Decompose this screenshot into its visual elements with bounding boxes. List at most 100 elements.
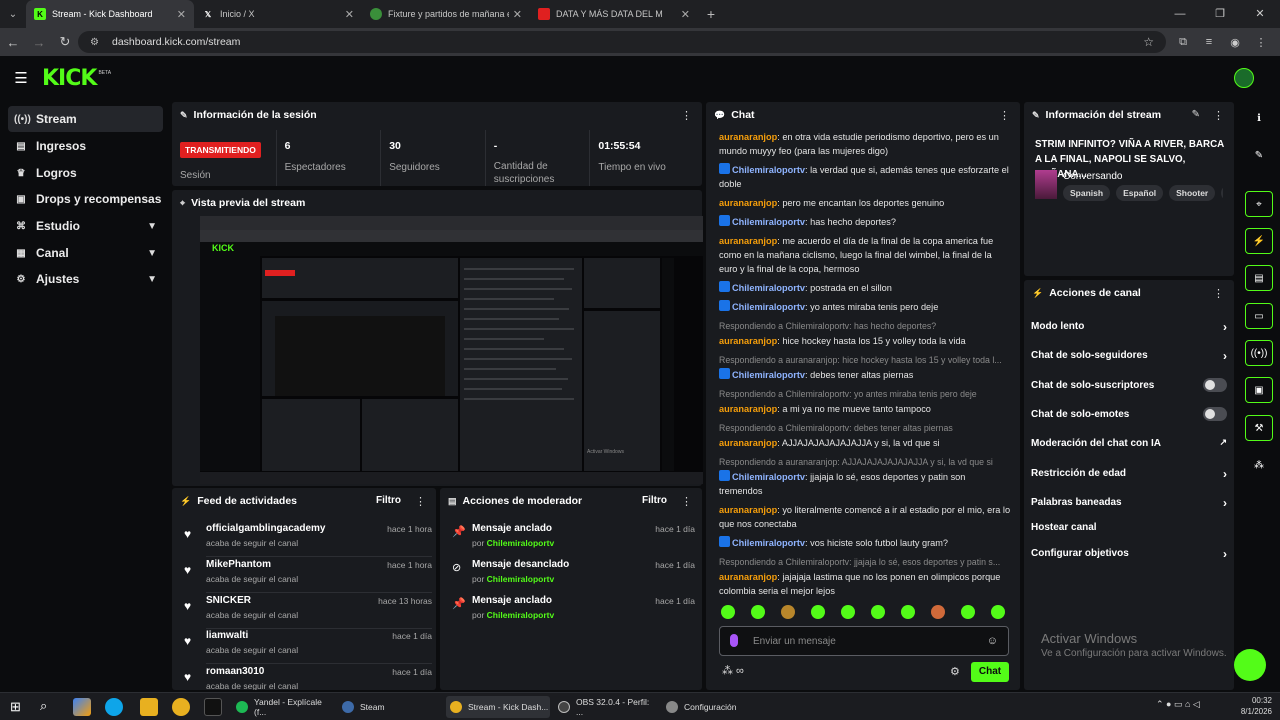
pencil-icon[interactable]: ✎ — [1245, 142, 1273, 168]
media-icon[interactable]: ≡ — [1196, 36, 1222, 48]
chat-message[interactable]: auranaranjop: yo literalmente comencé a … — [719, 503, 1011, 531]
chat-message[interactable]: auranaranjop: en otra vida estudie perio… — [719, 130, 1011, 158]
minimize-icon[interactable]: — — [1160, 0, 1200, 28]
action-goals[interactable]: Configurar objetivos › — [1031, 547, 1227, 568]
user-avatar[interactable] — [1234, 68, 1254, 88]
sidebar-item-drops[interactable]: ▣ Drops y recompensas — [8, 186, 163, 212]
subs-only-toggle[interactable] — [1203, 378, 1227, 392]
tag[interactable]: Español — [1116, 185, 1164, 201]
chat-message[interactable]: Chilemiraloportv: has hecho deportes? — [719, 215, 1011, 229]
reload-icon[interactable]: ↻ — [52, 34, 78, 50]
feed-filter-button[interactable]: Filtro — [376, 495, 401, 506]
emoji-icon[interactable]: ☺ — [987, 635, 998, 647]
sidebar-item-canal[interactable]: ▦ Canal ▼ — [8, 240, 163, 266]
more-options-icon[interactable]: ⋮ — [681, 495, 692, 508]
sidebar-item-estudio[interactable]: ⌘ Estudio ▼ — [8, 213, 163, 239]
apps-icon[interactable]: ⁂ — [1245, 452, 1273, 478]
taskbar-app-settings[interactable]: Configuración — [662, 696, 766, 718]
chat-message[interactable]: Respondiendo a auranaranjop: hice hockey… — [719, 353, 1011, 382]
layout-icon[interactable]: ▣ — [1245, 377, 1273, 403]
tag[interactable]: Shooter — [1169, 185, 1216, 201]
profile-icon[interactable]: ◉ — [1222, 36, 1248, 49]
emote-icon[interactable] — [931, 605, 945, 619]
taskbar-app-spotify[interactable]: Yandel - Explícale (f... — [232, 696, 332, 718]
clock[interactable]: 00:32 8/1/2026 — [1241, 695, 1272, 717]
emote-icon[interactable] — [811, 605, 825, 619]
chat-username[interactable]: Chilemiraloportv — [732, 302, 805, 312]
action-age-restriction[interactable]: Restricción de edad › — [1031, 467, 1227, 488]
chat-messages[interactable]: auranaranjop: en otra vida estudie perio… — [719, 130, 1011, 596]
chat-message[interactable]: Chilemiraloportv: la verdad que si, adem… — [719, 163, 1011, 191]
more-options-icon[interactable]: ⋮ — [415, 495, 426, 508]
chat-username[interactable]: auranaranjop — [719, 572, 777, 582]
more-options-icon[interactable]: ⋮ — [681, 109, 692, 122]
feed-user[interactable]: SNICKER — [206, 595, 251, 606]
more-options-icon[interactable]: ⋮ — [1213, 109, 1224, 122]
stream-category[interactable]: Conversando — [1063, 171, 1122, 182]
chat-message[interactable]: auranaranjop: me acuerdo el día de la fi… — [719, 234, 1011, 276]
kick-logo[interactable]: KICK — [42, 66, 97, 91]
chat-message[interactable]: Chilemiraloportv: vos hiciste solo futbo… — [719, 536, 1011, 550]
feed-user[interactable]: officialgamblingacademy — [206, 523, 325, 534]
taskbar-app-obs[interactable]: OBS 32.0.4 - Perfil: ... — [554, 696, 658, 718]
tab-search-icon[interactable]: ⌄ — [0, 0, 26, 28]
chat-username[interactable]: auranaranjop — [719, 404, 777, 414]
bookmark-star-icon[interactable]: ☆ — [1143, 35, 1154, 49]
mod-user[interactable]: Chilemiraloportv — [487, 538, 555, 548]
chat-username[interactable]: Chilemiraloportv — [732, 472, 805, 482]
preview-toggle-icon[interactable]: ⌖ — [1245, 191, 1273, 217]
sidebar-item-stream[interactable]: ((•)) Stream — [8, 106, 163, 132]
action-banned-words[interactable]: Palabras baneadas › — [1031, 496, 1227, 517]
browser-menu-icon[interactable]: ⋮ — [1248, 36, 1274, 49]
chat-username[interactable]: auranaranjop — [719, 505, 777, 515]
close-icon[interactable]: ✕ — [345, 8, 354, 21]
taskbar-app-chrome[interactable]: Stream - Kick Dash... — [446, 696, 550, 718]
chat-message[interactable]: Respondiendo a Chilemiraloportv: debes t… — [719, 421, 1011, 450]
emote-icon[interactable] — [961, 605, 975, 619]
copilot-icon[interactable] — [73, 698, 91, 716]
moderator-filter-button[interactable]: Filtro — [642, 495, 667, 506]
feed-user[interactable]: liamwalti — [206, 630, 248, 641]
back-icon[interactable]: ← — [0, 35, 26, 50]
chat-message[interactable]: Chilemiraloportv: yo antes miraba tenis … — [719, 300, 1011, 314]
chat-username[interactable]: Chilemiraloportv — [732, 217, 805, 227]
browser-tab-fixture[interactable]: Fixture y partidos de mañana e ✕ — [362, 0, 530, 28]
emote-icon[interactable] — [841, 605, 855, 619]
chat-message[interactable]: auranaranjop: pero me encantan los depor… — [719, 196, 1011, 210]
feed-user[interactable]: romaan3010 — [206, 666, 264, 677]
chat-username[interactable]: auranaranjop — [719, 236, 777, 246]
chat-username[interactable]: auranaranjop — [719, 438, 777, 448]
action-emotes-only[interactable]: Chat de solo-emotes — [1031, 407, 1227, 429]
new-tab-button[interactable]: + — [698, 6, 724, 22]
stream-preview-video[interactable]: KICK Activar Windows — [200, 216, 703, 484]
chat-tools-icon[interactable]: ⁂ ∞ — [722, 664, 744, 677]
taskbar-app-steam[interactable]: Steam — [338, 696, 438, 718]
action-slow-mode[interactable]: Modo lento › — [1031, 320, 1227, 341]
chat-message[interactable]: Chilemiraloportv: postrada en el sillon — [719, 281, 1011, 295]
action-host-channel[interactable]: Hostear canal — [1031, 522, 1227, 542]
emote-icon[interactable] — [901, 605, 915, 619]
search-icon[interactable]: ⌕ — [40, 698, 47, 714]
emote-icon[interactable] — [721, 605, 735, 619]
chat-username[interactable]: Chilemiraloportv — [732, 370, 805, 380]
mod-user[interactable]: Chilemiraloportv — [487, 574, 555, 584]
chrome-icon[interactable] — [172, 698, 190, 716]
file-explorer-icon[interactable] — [140, 698, 158, 716]
browser-tab-x[interactable]: 𝕏 Inicio / X ✕ — [194, 0, 362, 28]
emote-icon[interactable] — [781, 605, 795, 619]
chat-username[interactable]: Chilemiraloportv — [732, 165, 805, 175]
tiktok-icon[interactable] — [204, 698, 222, 716]
broadcast-icon[interactable]: ((•)) — [1245, 340, 1273, 366]
chat-username[interactable]: auranaranjop — [719, 336, 777, 346]
browser-tab-youtube[interactable]: DATA Y MÁS DATA DEL M ✕ — [530, 0, 698, 28]
restore-icon[interactable]: ❐ — [1200, 0, 1240, 28]
chat-message[interactable]: Respondiendo a auranaranjop: AJJAJAJAJAJ… — [719, 455, 1011, 498]
chat-send-button[interactable]: Chat — [971, 662, 1009, 682]
chat-icon[interactable]: ▭ — [1245, 303, 1273, 329]
edit-icon[interactable]: ✎ — [1192, 109, 1200, 120]
close-icon[interactable]: ✕ — [177, 8, 186, 21]
edge-icon[interactable] — [105, 698, 123, 716]
more-options-icon[interactable]: ⋮ — [1213, 287, 1224, 300]
emote-icon[interactable] — [991, 605, 1005, 619]
close-icon[interactable]: ✕ — [513, 8, 522, 21]
